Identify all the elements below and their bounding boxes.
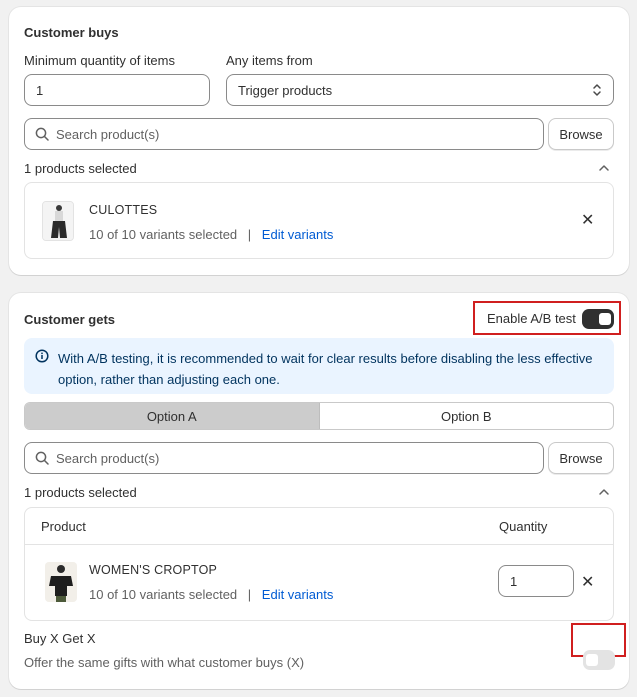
gets-product-table: Product Quantity WOMEN'S CROPTOP 10 of 1…	[24, 507, 614, 621]
croptop-thumbnail	[45, 562, 77, 602]
culottes-thumbnail	[42, 201, 74, 241]
search-icon	[35, 451, 49, 465]
info-icon	[35, 349, 49, 363]
tab-option-a[interactable]: Option A	[25, 403, 320, 429]
ab-info-banner: With A/B testing, it is recommended to w…	[24, 338, 614, 394]
min-qty-label: Minimum quantity of items	[24, 53, 175, 68]
buys-search-placeholder: Search product(s)	[56, 126, 160, 142]
customer-buys-title: Customer buys	[24, 25, 119, 40]
items-from-select[interactable]: Trigger products	[226, 74, 614, 106]
gets-variants-text: 10 of 10 variants selected	[89, 587, 238, 602]
bxgx-toggle-knob	[586, 654, 598, 666]
buys-edit-variants-link[interactable]: Edit variants	[262, 227, 334, 242]
gets-search-placeholder: Search product(s)	[56, 450, 160, 466]
min-qty-input[interactable]: 1	[24, 74, 210, 106]
buys-selected-count: 1 products selected	[24, 161, 137, 176]
gets-search-input[interactable]: Search product(s)	[24, 442, 544, 474]
min-qty-value: 1	[36, 82, 44, 98]
buys-separator: |	[247, 227, 252, 242]
bxgx-title: Buy X Get X	[24, 631, 96, 646]
ab-test-label: Enable A/B test	[487, 311, 576, 326]
ab-toggle-knob	[599, 313, 611, 325]
items-from-label: Any items from	[226, 53, 313, 68]
buys-search-input[interactable]: Search product(s)	[24, 118, 544, 150]
gets-remove-product-icon[interactable]: ✕	[581, 572, 594, 592]
buys-browse-button[interactable]: Browse	[548, 118, 614, 150]
col-header-quantity: Quantity	[499, 519, 548, 534]
option-tabs: Option A Option B	[24, 402, 614, 430]
tab-option-b[interactable]: Option B	[320, 403, 614, 429]
gets-edit-variants-link[interactable]: Edit variants	[262, 587, 334, 602]
ab-test-toggle[interactable]	[582, 309, 614, 329]
items-from-value: Trigger products	[238, 82, 333, 98]
bxgx-description: Offer the same gifts with what customer …	[24, 655, 305, 670]
search-icon	[35, 127, 49, 141]
gets-product-meta: 10 of 10 variants selected | Edit varian…	[89, 587, 333, 602]
customer-gets-title: Customer gets	[24, 312, 116, 327]
ab-banner-text: With A/B testing, it is recommended to w…	[58, 351, 593, 387]
collapse-chevron-icon[interactable]	[598, 163, 610, 173]
buys-product-meta: 10 of 10 variants selected | Edit varian…	[89, 227, 333, 242]
gets-product-name: WOMEN'S CROPTOP	[89, 563, 218, 577]
gets-selected-count: 1 products selected	[24, 485, 137, 500]
bxgx-toggle[interactable]	[583, 650, 615, 670]
customer-gets-card: Customer gets Enable A/B test With A/B t…	[9, 293, 629, 689]
collapse-chevron-icon[interactable]	[598, 487, 610, 497]
gets-browse-button[interactable]: Browse	[548, 442, 614, 474]
gets-quantity-value: 1	[510, 573, 518, 589]
customer-buys-card: Customer buys Minimum quantity of items …	[9, 7, 629, 275]
buys-product-name: CULOTTES	[89, 203, 158, 217]
gets-separator: |	[247, 587, 252, 602]
col-header-product: Product	[41, 519, 86, 534]
table-divider	[25, 544, 613, 545]
buys-remove-product-icon[interactable]: ✕	[581, 210, 594, 230]
buys-product-row: CULOTTES 10 of 10 variants selected | Ed…	[24, 182, 614, 259]
gets-quantity-input[interactable]: 1	[498, 565, 574, 597]
buys-variants-text: 10 of 10 variants selected	[89, 227, 238, 242]
select-chevron-icon	[593, 84, 601, 96]
